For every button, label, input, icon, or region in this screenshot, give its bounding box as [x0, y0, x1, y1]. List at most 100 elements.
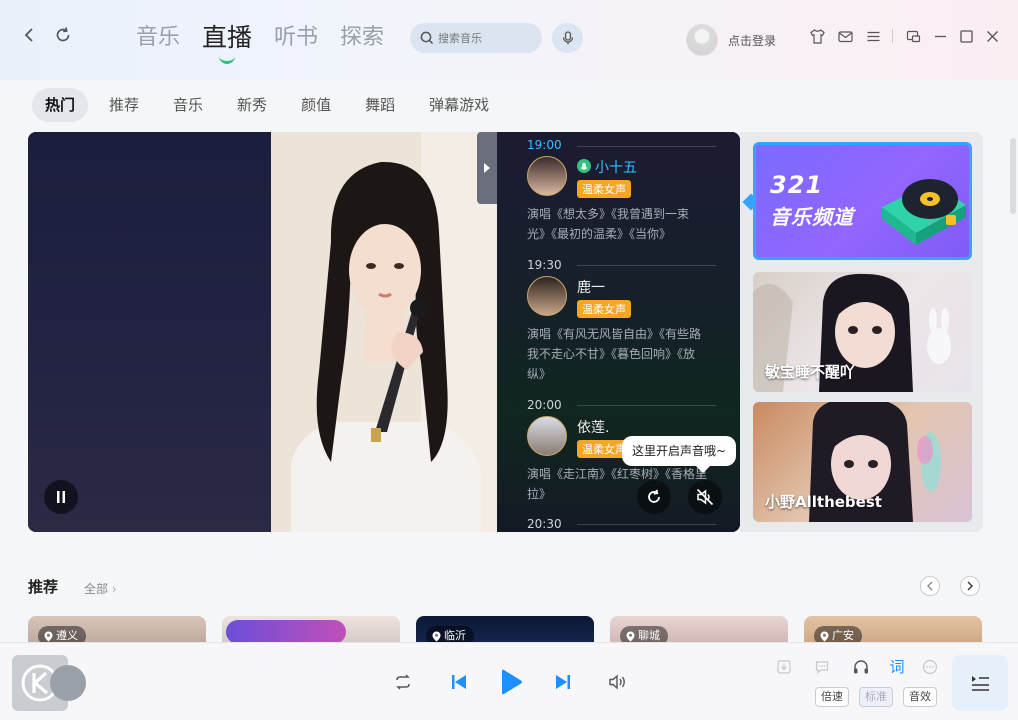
user-avatar[interactable] [686, 24, 718, 56]
mini-mode-button[interactable] [904, 27, 922, 45]
skip-previous-icon [452, 675, 466, 689]
vinyl-disc [50, 665, 86, 701]
player-bar: 词 倍速 标准 音效 [0, 642, 1018, 720]
more-button[interactable] [920, 657, 940, 677]
streamer-avatar[interactable] [527, 156, 567, 196]
play-icon [502, 669, 522, 695]
streamer-card[interactable]: 小野Allthebest [753, 402, 972, 522]
menu-button[interactable] [864, 27, 882, 45]
channel-number: 321 [770, 171, 824, 199]
chevron-left-icon [927, 581, 933, 591]
comment-button[interactable] [812, 657, 832, 677]
view-all-link[interactable]: 全部 › [84, 580, 117, 597]
skin-button[interactable] [808, 27, 826, 45]
tab-explore[interactable]: 探索 [340, 20, 384, 56]
search-box[interactable] [410, 23, 542, 53]
song-list: 演唱《有风无风皆自由》《有些路我不走心不甘》《暮色回响》《放纵》 [527, 327, 702, 381]
menu-icon [867, 31, 879, 41]
category-tab-music[interactable]: 音乐 [160, 88, 216, 122]
category-tab-looks[interactable]: 颜值 [288, 88, 344, 122]
streamer-avatar[interactable] [527, 416, 567, 456]
close-icon [986, 30, 998, 42]
video-backdrop [28, 132, 271, 532]
headphones-icon [854, 660, 868, 674]
maximize-button[interactable] [957, 27, 975, 45]
repeat-icon [396, 674, 410, 690]
maximize-icon [959, 29, 973, 43]
search-input[interactable] [438, 31, 528, 45]
pause-icon [57, 491, 65, 503]
next-page-button[interactable] [960, 576, 980, 596]
schedule-divider [577, 265, 716, 266]
category-tab-newcomer[interactable]: 新秀 [224, 88, 280, 122]
title-divider [892, 29, 893, 43]
voice-search-button[interactable] [552, 23, 583, 53]
live-indicator-icon [577, 159, 591, 173]
minimize-button[interactable] [931, 27, 949, 45]
location-pin-icon [626, 631, 635, 641]
schedule-toggle-button[interactable] [477, 132, 497, 204]
schedule-time: 19:00 [527, 138, 562, 152]
caret-right-icon [484, 163, 490, 173]
streamer-name[interactable]: 鹿一 [577, 277, 605, 297]
play-button[interactable] [496, 667, 526, 697]
title-bar: 音乐 直播 听书 探索 点击登录 [0, 0, 1018, 80]
tab-audiobook[interactable]: 听书 [274, 20, 318, 56]
headphone-button[interactable] [850, 657, 872, 677]
category-tab-hot[interactable]: 热门 [32, 88, 89, 122]
schedule-divider [577, 405, 716, 406]
pause-button[interactable] [44, 480, 78, 514]
refresh-icon [648, 489, 660, 503]
lyrics-button[interactable]: 词 [886, 655, 908, 677]
tshirt-icon [809, 28, 825, 44]
previous-track-button[interactable] [448, 671, 470, 693]
prev-page-button[interactable] [920, 576, 940, 596]
streamer-name: 敏宝睡不醒吖 [765, 363, 856, 381]
chevron-right-icon [967, 581, 973, 591]
schedule-time: 19:30 [527, 258, 562, 272]
streamer-avatar[interactable] [527, 276, 567, 316]
sound-effects-button[interactable]: 音效 [903, 687, 937, 707]
tab-music[interactable]: 音乐 [136, 20, 180, 56]
streamer-name[interactable]: 依莲. [577, 417, 609, 437]
login-link[interactable]: 点击登录 [728, 32, 776, 49]
schedule-divider [577, 524, 716, 525]
tab-live[interactable]: 直播 [202, 20, 252, 64]
streamer-tag: 温柔女声 [577, 180, 631, 198]
music-channel-card[interactable]: 321 音乐频道 [753, 142, 972, 260]
unmute-tooltip: 这里开启声音哦~ [622, 436, 737, 466]
refresh-button[interactable] [52, 26, 74, 48]
view-all-label: 全部 [84, 582, 109, 596]
game-event-banner [226, 620, 346, 644]
download-button[interactable] [774, 657, 794, 677]
live-video[interactable] [271, 132, 497, 532]
microphone-icon [562, 31, 573, 45]
refresh-icon [56, 27, 70, 42]
channel-title: 321 音乐频道 [770, 169, 854, 233]
repeat-mode-button[interactable] [392, 671, 414, 693]
featured-live-player[interactable]: 19:00 小十五 温柔女声 演唱《想太多》《我曾遇到一束光》《最初的温柔》《当… [28, 132, 740, 532]
streamer-name[interactable]: 小十五 [595, 157, 637, 177]
back-button[interactable] [18, 26, 40, 48]
audio-quality-button[interactable]: 标准 [859, 687, 893, 707]
location-pin-icon [820, 631, 829, 641]
unmute-button[interactable] [688, 480, 722, 514]
playback-speed-button[interactable]: 倍速 [815, 687, 849, 707]
category-tab-danmaku-games[interactable]: 弹幕游戏 [416, 88, 502, 122]
close-button[interactable] [983, 27, 1001, 45]
streamer-card[interactable]: 敏宝睡不醒吖 [753, 272, 972, 392]
main-tabs: 音乐 直播 听书 探索 [136, 20, 384, 64]
page-scrollbar[interactable] [1010, 138, 1016, 214]
refresh-stream-button[interactable] [637, 480, 671, 514]
playlist-button[interactable] [952, 655, 1008, 711]
category-tabs: 热门 推荐 音乐 新秀 颜值 舞蹈 弹幕游戏 [32, 88, 510, 122]
category-tab-recommend[interactable]: 推荐 [96, 88, 152, 122]
category-tab-dance[interactable]: 舞蹈 [352, 88, 408, 122]
chevron-left-icon [24, 28, 33, 42]
mail-button[interactable] [836, 27, 854, 45]
volume-button[interactable] [606, 671, 628, 693]
featured-side-panel: 321 音乐频道 敏宝睡不醒吖 小野Allthebest [740, 132, 983, 532]
next-track-button[interactable] [552, 671, 574, 693]
minimize-icon [934, 35, 946, 37]
skip-next-icon [556, 675, 570, 689]
